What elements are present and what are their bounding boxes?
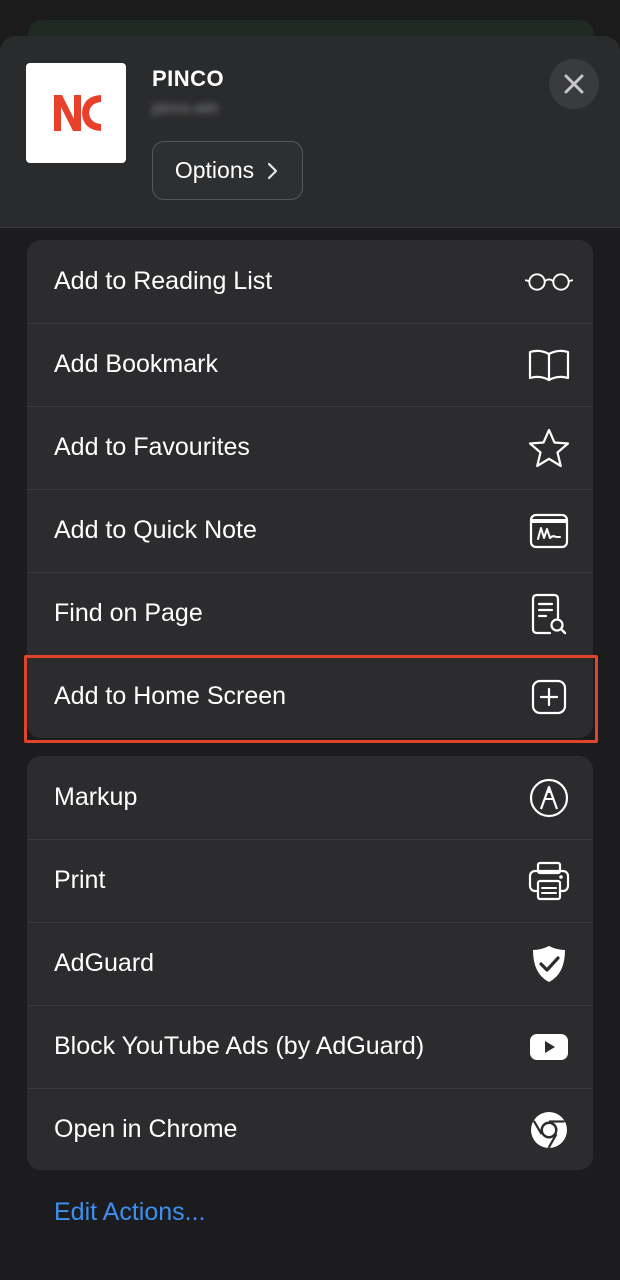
find-on-page-icon <box>525 590 573 638</box>
action-label: Find on Page <box>54 599 203 627</box>
actions-group-extensions: Markup Print AdGuard Block YouTube Ads (… <box>27 756 593 1170</box>
quick-note-icon <box>525 507 573 555</box>
chevron-right-icon <box>268 162 278 179</box>
edit-actions-link[interactable]: Edit Actions... <box>54 1198 205 1227</box>
site-title: PINCO <box>152 66 225 91</box>
action-find-on-page[interactable]: Find on Page <box>27 572 593 655</box>
action-open-in-chrome[interactable]: Open in Chrome <box>27 1088 593 1170</box>
share-sheet: PINCO pinco.win Options Add to Reading L… <box>0 36 620 1280</box>
close-button[interactable] <box>549 59 599 109</box>
share-sheet-header: PINCO pinco.win Options <box>0 36 620 228</box>
action-label: Add to Favourites <box>54 433 250 461</box>
action-add-to-favourites[interactable]: Add to Favourites <box>27 406 593 489</box>
close-icon <box>564 74 584 94</box>
action-label: Add to Home Screen <box>54 682 287 710</box>
action-label: Markup <box>54 783 138 811</box>
action-add-to-quick-note[interactable]: Add to Quick Note <box>27 489 593 572</box>
site-url: pinco.win <box>152 100 219 117</box>
chrome-icon <box>525 1106 573 1154</box>
options-button[interactable]: Options <box>152 141 303 200</box>
action-adguard[interactable]: AdGuard <box>27 922 593 1005</box>
book-icon <box>525 341 573 389</box>
action-add-to-home-screen[interactable]: Add to Home Screen <box>27 655 593 738</box>
glasses-icon <box>525 258 573 306</box>
markup-pen-icon <box>525 774 573 822</box>
action-add-bookmark[interactable]: Add Bookmark <box>27 323 593 406</box>
shield-check-icon <box>525 940 573 988</box>
action-add-to-reading-list[interactable]: Add to Reading List <box>27 240 593 323</box>
action-label: Add to Reading List <box>54 267 273 295</box>
action-label: Add to Quick Note <box>54 516 257 544</box>
star-icon <box>525 424 573 472</box>
action-print[interactable]: Print <box>27 839 593 922</box>
action-label: Open in Chrome <box>54 1115 238 1143</box>
action-block-youtube-ads[interactable]: Block YouTube Ads (by AdGuard) <box>27 1005 593 1088</box>
actions-group-primary: Add to Reading List Add Bookmark Add to … <box>27 240 593 738</box>
action-label: AdGuard <box>54 949 155 977</box>
action-label: Print <box>54 866 106 894</box>
printer-icon <box>525 857 573 905</box>
site-app-icon <box>26 63 126 163</box>
action-label: Add Bookmark <box>54 350 218 378</box>
options-button-label: Options <box>174 157 255 183</box>
action-markup[interactable]: Markup <box>27 756 593 839</box>
action-label: Block YouTube Ads (by AdGuard) <box>54 1032 425 1060</box>
youtube-play-icon <box>525 1023 573 1071</box>
plus-square-icon <box>525 673 573 721</box>
nc-logo-icon <box>54 95 101 131</box>
